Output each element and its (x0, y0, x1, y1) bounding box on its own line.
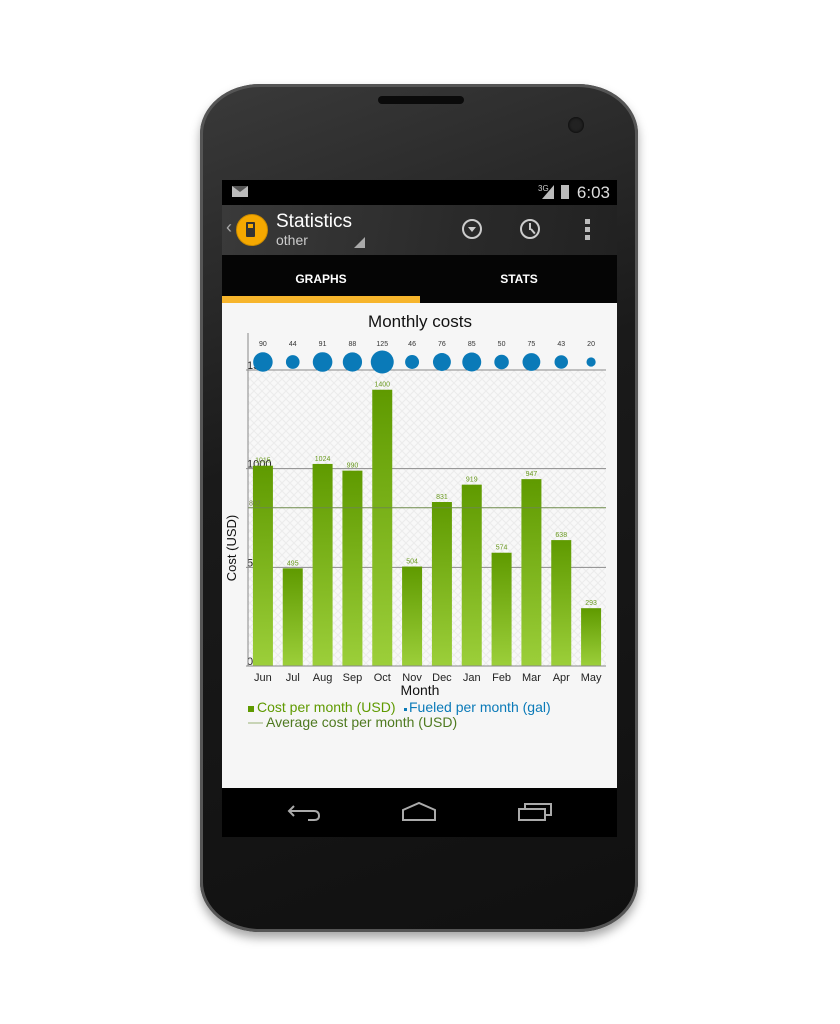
bar-jan (461, 484, 482, 666)
legend-fueled-swatch (404, 708, 407, 711)
fueled-bubble-sep (342, 352, 363, 372)
graph-panel: Monthly costs 0500100015001015Jun90495Ju… (222, 303, 617, 788)
x-tick-label: Jun (254, 672, 272, 684)
bubble-value-label: 43 (557, 341, 565, 348)
battery-charging-icon (561, 185, 569, 199)
monthly-costs-chart: Monthly costs 0500100015001015Jun90495Ju… (224, 312, 606, 730)
legend-fueled: Fueled per month (gal) (409, 699, 551, 715)
bar-jul (282, 568, 303, 666)
bar-feb (491, 552, 512, 666)
screen: 3G 6:03 ‹ Statistics other GRAPHS STATS (222, 180, 617, 837)
x-axis-label: Month (401, 682, 440, 698)
bar-value-label: 947 (526, 471, 538, 478)
x-tick-label: Jul (286, 672, 300, 684)
x-tick-label: Oct (374, 672, 391, 684)
legend-average: Average cost per month (USD) (266, 714, 457, 730)
overflow-menu-icon[interactable] (585, 219, 590, 243)
bar-nov (402, 566, 423, 666)
bar-may (581, 608, 602, 666)
bar-value-label: 504 (406, 559, 418, 566)
bubble-value-label: 88 (349, 341, 357, 348)
bubble-value-label: 50 (498, 341, 506, 348)
bar-aug (312, 463, 333, 666)
fueled-bubble-jul (285, 355, 300, 369)
fueled-bubble-may (586, 357, 596, 367)
tab-stats[interactable]: STATS (420, 255, 617, 303)
bubble-value-label: 85 (468, 341, 476, 348)
spinner-triangle-icon[interactable] (354, 237, 365, 248)
x-tick-label: Sep (343, 672, 363, 684)
clock-time: 6:03 (576, 183, 610, 202)
chart-title: Monthly costs (368, 312, 472, 331)
bar-value-label: 831 (436, 494, 448, 501)
bar-jun (252, 465, 273, 666)
fueled-bubble-feb (494, 354, 509, 370)
legend-cost: Cost per month (USD) (257, 699, 395, 715)
bar-value-label: 638 (555, 532, 567, 539)
fueled-bubble-oct (370, 350, 394, 374)
fueled-bubble-nov (405, 355, 420, 369)
average-value-label: 802 (249, 501, 261, 508)
fueled-bubble-jan (462, 352, 482, 372)
bubble-value-label: 90 (259, 341, 267, 348)
bar-value-label: 990 (347, 463, 359, 470)
vehicle-spinner[interactable]: other (276, 232, 308, 248)
legend-cost-swatch (248, 706, 254, 712)
x-tick-label: Jan (463, 672, 481, 684)
bubble-value-label: 44 (289, 341, 297, 348)
bar-value-label: 1015 (255, 458, 271, 465)
tab-bar: GRAPHS STATS (222, 255, 617, 303)
bubble-value-label: 76 (438, 341, 446, 348)
bar-mar (521, 479, 542, 666)
fueled-bubble-dec (432, 353, 451, 371)
signal-icon (542, 185, 554, 199)
home-icon[interactable] (401, 800, 437, 824)
speaker-grille (378, 96, 464, 104)
bubble-value-label: 91 (319, 341, 327, 348)
up-caret-icon[interactable]: ‹ (226, 217, 232, 238)
bar-dec (431, 502, 452, 666)
bar-value-label: 293 (585, 600, 597, 607)
x-tick-label: Feb (492, 672, 511, 684)
fueled-bubble-jun (253, 352, 273, 372)
dropdown-circle-icon[interactable] (462, 219, 482, 239)
bubble-value-label: 20 (587, 341, 595, 348)
fueled-bubble-mar (522, 353, 541, 371)
clock-icon[interactable] (520, 219, 540, 239)
mail-icon (232, 186, 248, 197)
fueled-bubble-apr (554, 355, 568, 369)
bar-sep (342, 470, 363, 666)
bar-value-label: 919 (466, 477, 478, 484)
bar-value-label: 1024 (315, 456, 331, 463)
recent-apps-icon[interactable] (517, 800, 553, 824)
action-bar: ‹ Statistics other (222, 205, 617, 255)
x-tick-label: May (581, 672, 602, 684)
bar-value-label: 1400 (374, 382, 390, 389)
back-icon[interactable] (286, 800, 322, 824)
bar-apr (551, 540, 572, 666)
gas-pump-icon[interactable] (236, 214, 268, 246)
front-camera (568, 117, 584, 133)
x-tick-label: Aug (313, 672, 333, 684)
bubble-value-label: 75 (528, 341, 536, 348)
bubble-value-label: 125 (376, 341, 388, 348)
x-tick-label: Mar (522, 672, 541, 684)
navigation-bar (222, 788, 617, 837)
tab-graphs[interactable]: GRAPHS (222, 255, 420, 303)
bar-value-label: 574 (496, 545, 508, 552)
bubble-value-label: 46 (408, 341, 416, 348)
fueled-bubble-aug (312, 352, 333, 372)
x-tick-label: Apr (553, 672, 570, 684)
bar-oct (372, 389, 393, 666)
status-bar: 3G 6:03 (222, 180, 617, 205)
y-axis-label: Cost (USD) (224, 515, 239, 581)
bar-value-label: 495 (287, 560, 299, 567)
page-title: Statistics (276, 211, 353, 232)
